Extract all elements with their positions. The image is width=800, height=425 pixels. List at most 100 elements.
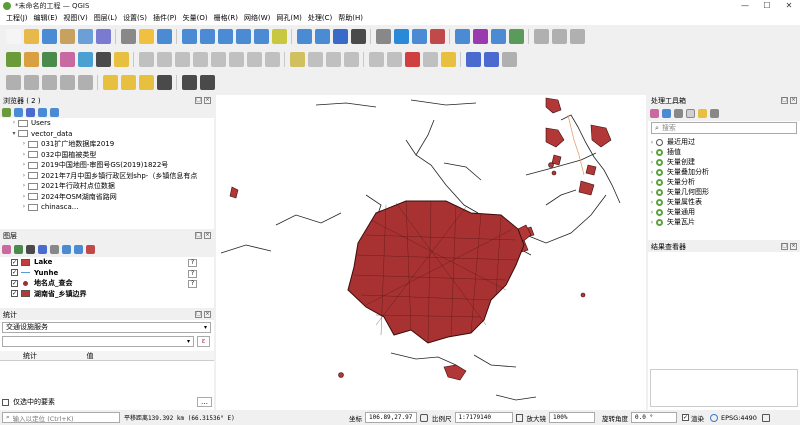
toolbar-tool-icon[interactable] — [199, 75, 215, 90]
float-panel-icon[interactable]: □ — [781, 243, 788, 250]
toolbar-tool-icon[interactable] — [23, 75, 39, 90]
toolbar-tool-icon[interactable] — [375, 29, 391, 44]
processing-provider-item[interactable]: › 矢量创建 — [648, 157, 800, 167]
toolbar-tool-icon[interactable] — [41, 75, 57, 90]
chevron-right-icon[interactable]: › — [648, 199, 656, 206]
toolbar-tool-icon[interactable] — [41, 52, 57, 67]
toolbar-tool-icon[interactable] — [77, 75, 93, 90]
toolbar-tool-icon[interactable] — [228, 52, 244, 67]
toolbar-tool-icon[interactable] — [472, 29, 488, 44]
toolbar-tool-icon[interactable] — [264, 52, 280, 67]
options-icon[interactable] — [710, 109, 719, 118]
toolbar-tool-icon[interactable] — [192, 52, 208, 67]
browser-tree-item[interactable]: › 2024年OSM湖南省路网 — [0, 192, 214, 203]
toolbar-tool-icon[interactable] — [174, 52, 190, 67]
chevron-right-icon[interactable]: › — [648, 159, 656, 166]
magnifier-field[interactable]: 100% — [549, 412, 595, 423]
toolbar-tool-icon[interactable] — [289, 52, 305, 67]
layer-visibility-checkbox[interactable]: ✓ — [11, 279, 18, 287]
toolbar-tool-icon[interactable] — [386, 52, 402, 67]
collapse-all-icon[interactable] — [38, 107, 47, 117]
menu-help[interactable]: 帮助(H) — [335, 12, 366, 25]
toolbar-tool-icon[interactable] — [343, 52, 359, 67]
float-panel-icon[interactable]: □ — [781, 97, 788, 104]
properties-icon[interactable] — [50, 107, 59, 117]
chevron-right-icon[interactable]: › — [10, 118, 18, 129]
chevron-right-icon[interactable]: › — [648, 169, 656, 176]
close-button[interactable]: ✕ — [778, 0, 800, 12]
toolbar-tool-icon[interactable] — [271, 29, 287, 44]
browser-tree-item[interactable]: › 2019中国地图-审图号GS(2019)1822号 — [0, 160, 214, 171]
crs-indicator[interactable]: EPSG:4490 — [721, 414, 757, 422]
add-selected-layers-icon[interactable] — [2, 107, 11, 117]
menu-settings[interactable]: 设置(S) — [120, 12, 150, 25]
toolbar-tool-icon[interactable] — [138, 52, 154, 67]
menu-view[interactable]: 视图(V) — [60, 12, 90, 25]
collapse-all-icon[interactable] — [74, 244, 83, 254]
close-panel-icon[interactable]: × — [204, 232, 211, 239]
toolbar-tool-icon[interactable] — [59, 75, 75, 90]
toolbar-tool-icon[interactable] — [253, 29, 269, 44]
toolbar-tool-icon[interactable] — [23, 52, 39, 67]
close-panel-icon[interactable]: × — [790, 243, 797, 250]
processing-provider-item[interactable]: › 矢量叠加分析 — [648, 167, 800, 177]
layer-visibility-checkbox[interactable]: ✓ — [11, 269, 18, 277]
toolbar-tool-icon[interactable] — [77, 29, 93, 44]
menu-plugins[interactable]: 插件(P) — [150, 12, 180, 25]
layer-visibility-checkbox[interactable]: ✓ — [11, 290, 18, 298]
toolbar-tool-icon[interactable] — [217, 29, 233, 44]
history-icon[interactable] — [674, 109, 683, 118]
layer-visibility-checkbox[interactable]: ✓ — [11, 258, 18, 266]
toolbar-tool-icon[interactable] — [138, 75, 154, 90]
lock-scale-icon[interactable] — [515, 413, 523, 422]
processing-provider-item[interactable]: › 插值 — [648, 147, 800, 157]
chevron-right-icon[interactable]: › — [20, 202, 28, 213]
processing-provider-item[interactable]: › 矢量分析 — [648, 177, 800, 187]
toolbar-tool-icon[interactable] — [332, 29, 348, 44]
toolbar-tool-icon[interactable] — [393, 29, 409, 44]
toolbar-tool-icon[interactable] — [551, 29, 567, 44]
toolbar-tool-icon[interactable] — [120, 75, 136, 90]
value-column-header[interactable]: 值 — [60, 351, 120, 360]
close-panel-icon[interactable]: × — [204, 97, 211, 104]
more-options-button[interactable]: … — [197, 397, 212, 407]
processing-provider-item[interactable]: › 矢量几何图形 — [648, 187, 800, 197]
toolbar-tool-icon[interactable] — [156, 52, 172, 67]
browser-tree-item[interactable]: › Users — [0, 118, 214, 129]
toolbar-tool-icon[interactable] — [440, 52, 456, 67]
filter-icon[interactable] — [26, 107, 35, 117]
filter-legend-icon[interactable] — [38, 244, 47, 254]
toolbar-tool-icon[interactable] — [77, 52, 93, 67]
toolbar-tool-icon[interactable] — [102, 75, 118, 90]
rotation-field[interactable]: 0.0 ° — [631, 412, 677, 423]
edit-features-in-place-icon[interactable] — [698, 109, 707, 118]
toolbar-tool-icon[interactable] — [210, 52, 226, 67]
toolbar-tool-icon[interactable] — [95, 29, 111, 44]
coordinate-field[interactable]: 106.89,27.97 — [365, 412, 417, 423]
scripts-icon[interactable] — [662, 109, 671, 118]
results-viewer-icon[interactable] — [686, 109, 695, 118]
toolbar-tool-icon[interactable] — [181, 75, 197, 90]
close-panel-icon[interactable]: × — [790, 97, 797, 104]
menu-raster[interactable]: 栅格(R) — [211, 12, 241, 25]
processing-provider-item[interactable]: › 最近用过 — [648, 137, 800, 147]
toolbar-tool-icon[interactable] — [23, 29, 39, 44]
scale-field[interactable]: 1:7179140 — [454, 412, 513, 423]
chevron-right-icon[interactable]: › — [648, 189, 656, 196]
menu-processing[interactable]: 处理(C) — [305, 12, 335, 25]
float-panel-icon[interactable]: □ — [195, 97, 202, 104]
menu-vector[interactable]: 矢量(O) — [180, 12, 211, 25]
coordinate-toggle-icon[interactable] — [420, 413, 428, 422]
chevron-right-icon[interactable]: › — [648, 209, 656, 216]
filter-expression-icon[interactable] — [50, 244, 59, 254]
layer-style-icon[interactable] — [2, 244, 11, 254]
manage-theme-icon[interactable] — [26, 244, 35, 254]
toolbar-tool-icon[interactable] — [483, 52, 499, 67]
processing-provider-item[interactable]: › 矢量属性表 — [648, 197, 800, 207]
float-panel-icon[interactable]: □ — [195, 232, 202, 239]
toolbar-tool-icon[interactable] — [501, 52, 517, 67]
expand-all-icon[interactable] — [62, 244, 71, 254]
layer-warning-icon[interactable]: ? — [188, 259, 197, 267]
toolbar-tool-icon[interactable] — [138, 29, 154, 44]
toolbar-tool-icon[interactable] — [156, 75, 172, 90]
